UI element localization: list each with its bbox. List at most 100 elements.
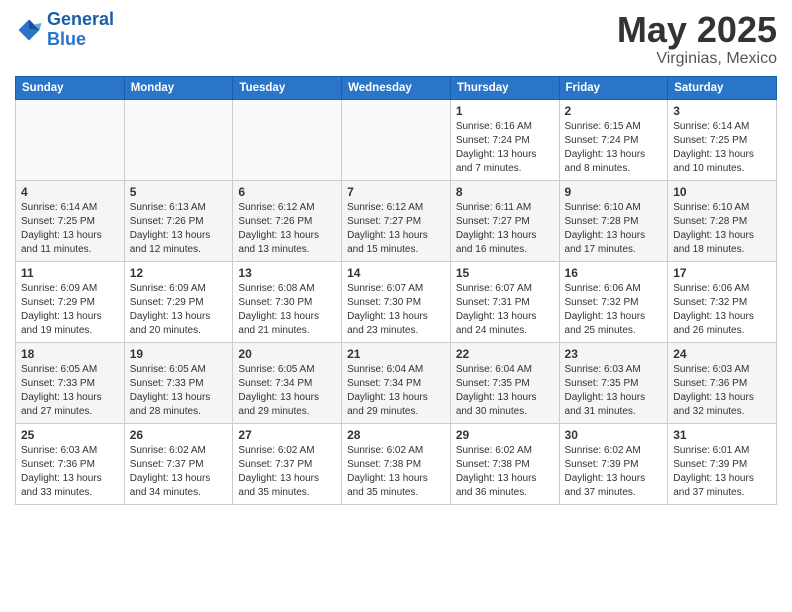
calendar-table: Sunday Monday Tuesday Wednesday Thursday… — [15, 76, 777, 505]
day-info: Sunrise: 6:15 AMSunset: 7:24 PMDaylight:… — [565, 120, 663, 176]
day-number: 31 — [673, 428, 771, 442]
calendar-cell: 12 Sunrise: 6:09 AMSunset: 7:29 PMDayligh… — [124, 261, 233, 342]
calendar-cell: 4 Sunrise: 6:14 AMSunset: 7:25 PMDaylight… — [16, 180, 125, 261]
day-info: Sunrise: 6:06 AMSunset: 7:32 PMDaylight:… — [565, 282, 663, 338]
calendar-cell: 6 Sunrise: 6:12 AMSunset: 7:26 PMDaylight… — [233, 180, 342, 261]
calendar-cell: 19 Sunrise: 6:05 AMSunset: 7:33 PMDayligh… — [124, 342, 233, 423]
calendar-cell: 1 Sunrise: 6:16 AMSunset: 7:24 PMDaylight… — [450, 99, 559, 180]
day-number: 6 — [238, 185, 336, 199]
subtitle: Virginias, Mexico — [617, 50, 777, 68]
day-info: Sunrise: 6:05 AMSunset: 7:33 PMDaylight:… — [21, 363, 119, 419]
day-number: 13 — [238, 266, 336, 280]
day-number: 12 — [130, 266, 228, 280]
day-number: 4 — [21, 185, 119, 199]
day-info: Sunrise: 6:05 AMSunset: 7:34 PMDaylight:… — [238, 363, 336, 419]
day-info: Sunrise: 6:02 AMSunset: 7:37 PMDaylight:… — [238, 444, 336, 500]
calendar-cell: 15 Sunrise: 6:07 AMSunset: 7:31 PMDayligh… — [450, 261, 559, 342]
logo-icon — [15, 16, 43, 44]
day-number: 14 — [347, 266, 445, 280]
col-monday: Monday — [124, 76, 233, 99]
calendar-cell: 21 Sunrise: 6:04 AMSunset: 7:34 PMDayligh… — [342, 342, 451, 423]
calendar-cell: 14 Sunrise: 6:07 AMSunset: 7:30 PMDayligh… — [342, 261, 451, 342]
day-number: 20 — [238, 347, 336, 361]
day-info: Sunrise: 6:07 AMSunset: 7:30 PMDaylight:… — [347, 282, 445, 338]
day-info: Sunrise: 6:09 AMSunset: 7:29 PMDaylight:… — [130, 282, 228, 338]
day-number: 21 — [347, 347, 445, 361]
day-info: Sunrise: 6:07 AMSunset: 7:31 PMDaylight:… — [456, 282, 554, 338]
col-sunday: Sunday — [16, 76, 125, 99]
calendar-cell: 31 Sunrise: 6:01 AMSunset: 7:39 PMDayligh… — [668, 423, 777, 504]
calendar-cell: 2 Sunrise: 6:15 AMSunset: 7:24 PMDaylight… — [559, 99, 668, 180]
calendar-cell: 18 Sunrise: 6:05 AMSunset: 7:33 PMDayligh… — [16, 342, 125, 423]
day-number: 24 — [673, 347, 771, 361]
calendar-cell: 3 Sunrise: 6:14 AMSunset: 7:25 PMDaylight… — [668, 99, 777, 180]
col-tuesday: Tuesday — [233, 76, 342, 99]
calendar-cell — [16, 99, 125, 180]
day-info: Sunrise: 6:01 AMSunset: 7:39 PMDaylight:… — [673, 444, 771, 500]
calendar-cell: 23Sunrise: 6:03 AMSunset: 7:35 PMDayligh… — [559, 342, 668, 423]
day-info: Sunrise: 6:04 AMSunset: 7:34 PMDaylight:… — [347, 363, 445, 419]
day-info: Sunrise: 6:16 AMSunset: 7:24 PMDaylight:… — [456, 120, 554, 176]
day-info: Sunrise: 6:08 AMSunset: 7:30 PMDaylight:… — [238, 282, 336, 338]
day-info: Sunrise: 6:14 AMSunset: 7:25 PMDaylight:… — [21, 201, 119, 257]
calendar-cell: 30Sunrise: 6:02 AMSunset: 7:39 PMDayligh… — [559, 423, 668, 504]
calendar-week-5: 25Sunrise: 6:03 AMSunset: 7:36 PMDayligh… — [16, 423, 777, 504]
calendar-cell: 27Sunrise: 6:02 AMSunset: 7:37 PMDayligh… — [233, 423, 342, 504]
day-info: Sunrise: 6:03 AMSunset: 7:36 PMDaylight:… — [673, 363, 771, 419]
logo: General Blue — [15, 10, 114, 50]
page-header: General Blue May 2025 Virginias, Mexico — [15, 10, 777, 68]
day-info: Sunrise: 6:02 AMSunset: 7:37 PMDaylight:… — [130, 444, 228, 500]
calendar-cell: 28Sunrise: 6:02 AMSunset: 7:38 PMDayligh… — [342, 423, 451, 504]
day-number: 22 — [456, 347, 554, 361]
day-number: 26 — [130, 428, 228, 442]
calendar-cell — [124, 99, 233, 180]
day-info: Sunrise: 6:13 AMSunset: 7:26 PMDaylight:… — [130, 201, 228, 257]
day-info: Sunrise: 6:02 AMSunset: 7:38 PMDaylight:… — [456, 444, 554, 500]
day-number: 16 — [565, 266, 663, 280]
day-number: 7 — [347, 185, 445, 199]
day-info: Sunrise: 6:12 AMSunset: 7:26 PMDaylight:… — [238, 201, 336, 257]
day-info: Sunrise: 6:11 AMSunset: 7:27 PMDaylight:… — [456, 201, 554, 257]
day-number: 9 — [565, 185, 663, 199]
day-info: Sunrise: 6:05 AMSunset: 7:33 PMDaylight:… — [130, 363, 228, 419]
day-number: 8 — [456, 185, 554, 199]
col-thursday: Thursday — [450, 76, 559, 99]
day-number: 2 — [565, 104, 663, 118]
day-number: 10 — [673, 185, 771, 199]
day-info: Sunrise: 6:10 AMSunset: 7:28 PMDaylight:… — [565, 201, 663, 257]
day-info: Sunrise: 6:09 AMSunset: 7:29 PMDaylight:… — [21, 282, 119, 338]
calendar-cell: 13 Sunrise: 6:08 AMSunset: 7:30 PMDayligh… — [233, 261, 342, 342]
day-info: Sunrise: 6:02 AMSunset: 7:38 PMDaylight:… — [347, 444, 445, 500]
day-number: 15 — [456, 266, 554, 280]
title-block: May 2025 Virginias, Mexico — [617, 10, 777, 68]
day-number: 5 — [130, 185, 228, 199]
calendar-cell: 7Sunrise: 6:12 AMSunset: 7:27 PMDaylight… — [342, 180, 451, 261]
calendar-cell — [342, 99, 451, 180]
calendar-cell: 11Sunrise: 6:09 AMSunset: 7:29 PMDayligh… — [16, 261, 125, 342]
calendar-cell: 25Sunrise: 6:03 AMSunset: 7:36 PMDayligh… — [16, 423, 125, 504]
day-number: 29 — [456, 428, 554, 442]
calendar-cell: 9 Sunrise: 6:10 AMSunset: 7:28 PMDaylight… — [559, 180, 668, 261]
col-friday: Friday — [559, 76, 668, 99]
day-number: 17 — [673, 266, 771, 280]
day-number: 23 — [565, 347, 663, 361]
calendar-week-1: 1 Sunrise: 6:16 AMSunset: 7:24 PMDaylight… — [16, 99, 777, 180]
day-info: Sunrise: 6:14 AMSunset: 7:25 PMDaylight:… — [673, 120, 771, 176]
calendar-week-2: 4 Sunrise: 6:14 AMSunset: 7:25 PMDaylight… — [16, 180, 777, 261]
day-number: 3 — [673, 104, 771, 118]
day-info: Sunrise: 6:10 AMSunset: 7:28 PMDaylight:… — [673, 201, 771, 257]
header-row: Sunday Monday Tuesday Wednesday Thursday… — [16, 76, 777, 99]
day-info: Sunrise: 6:06 AMSunset: 7:32 PMDaylight:… — [673, 282, 771, 338]
logo-text: General Blue — [47, 10, 114, 50]
calendar-week-4: 18 Sunrise: 6:05 AMSunset: 7:33 PMDayligh… — [16, 342, 777, 423]
day-number: 1 — [456, 104, 554, 118]
calendar-cell — [233, 99, 342, 180]
calendar-cell: 29 Sunrise: 6:02 AMSunset: 7:38 PMDayligh… — [450, 423, 559, 504]
day-number: 30 — [565, 428, 663, 442]
col-saturday: Saturday — [668, 76, 777, 99]
col-wednesday: Wednesday — [342, 76, 451, 99]
day-number: 25 — [21, 428, 119, 442]
day-number: 18 — [21, 347, 119, 361]
calendar-cell: 10 Sunrise: 6:10 AMSunset: 7:28 PMDayligh… — [668, 180, 777, 261]
day-number: 19 — [130, 347, 228, 361]
